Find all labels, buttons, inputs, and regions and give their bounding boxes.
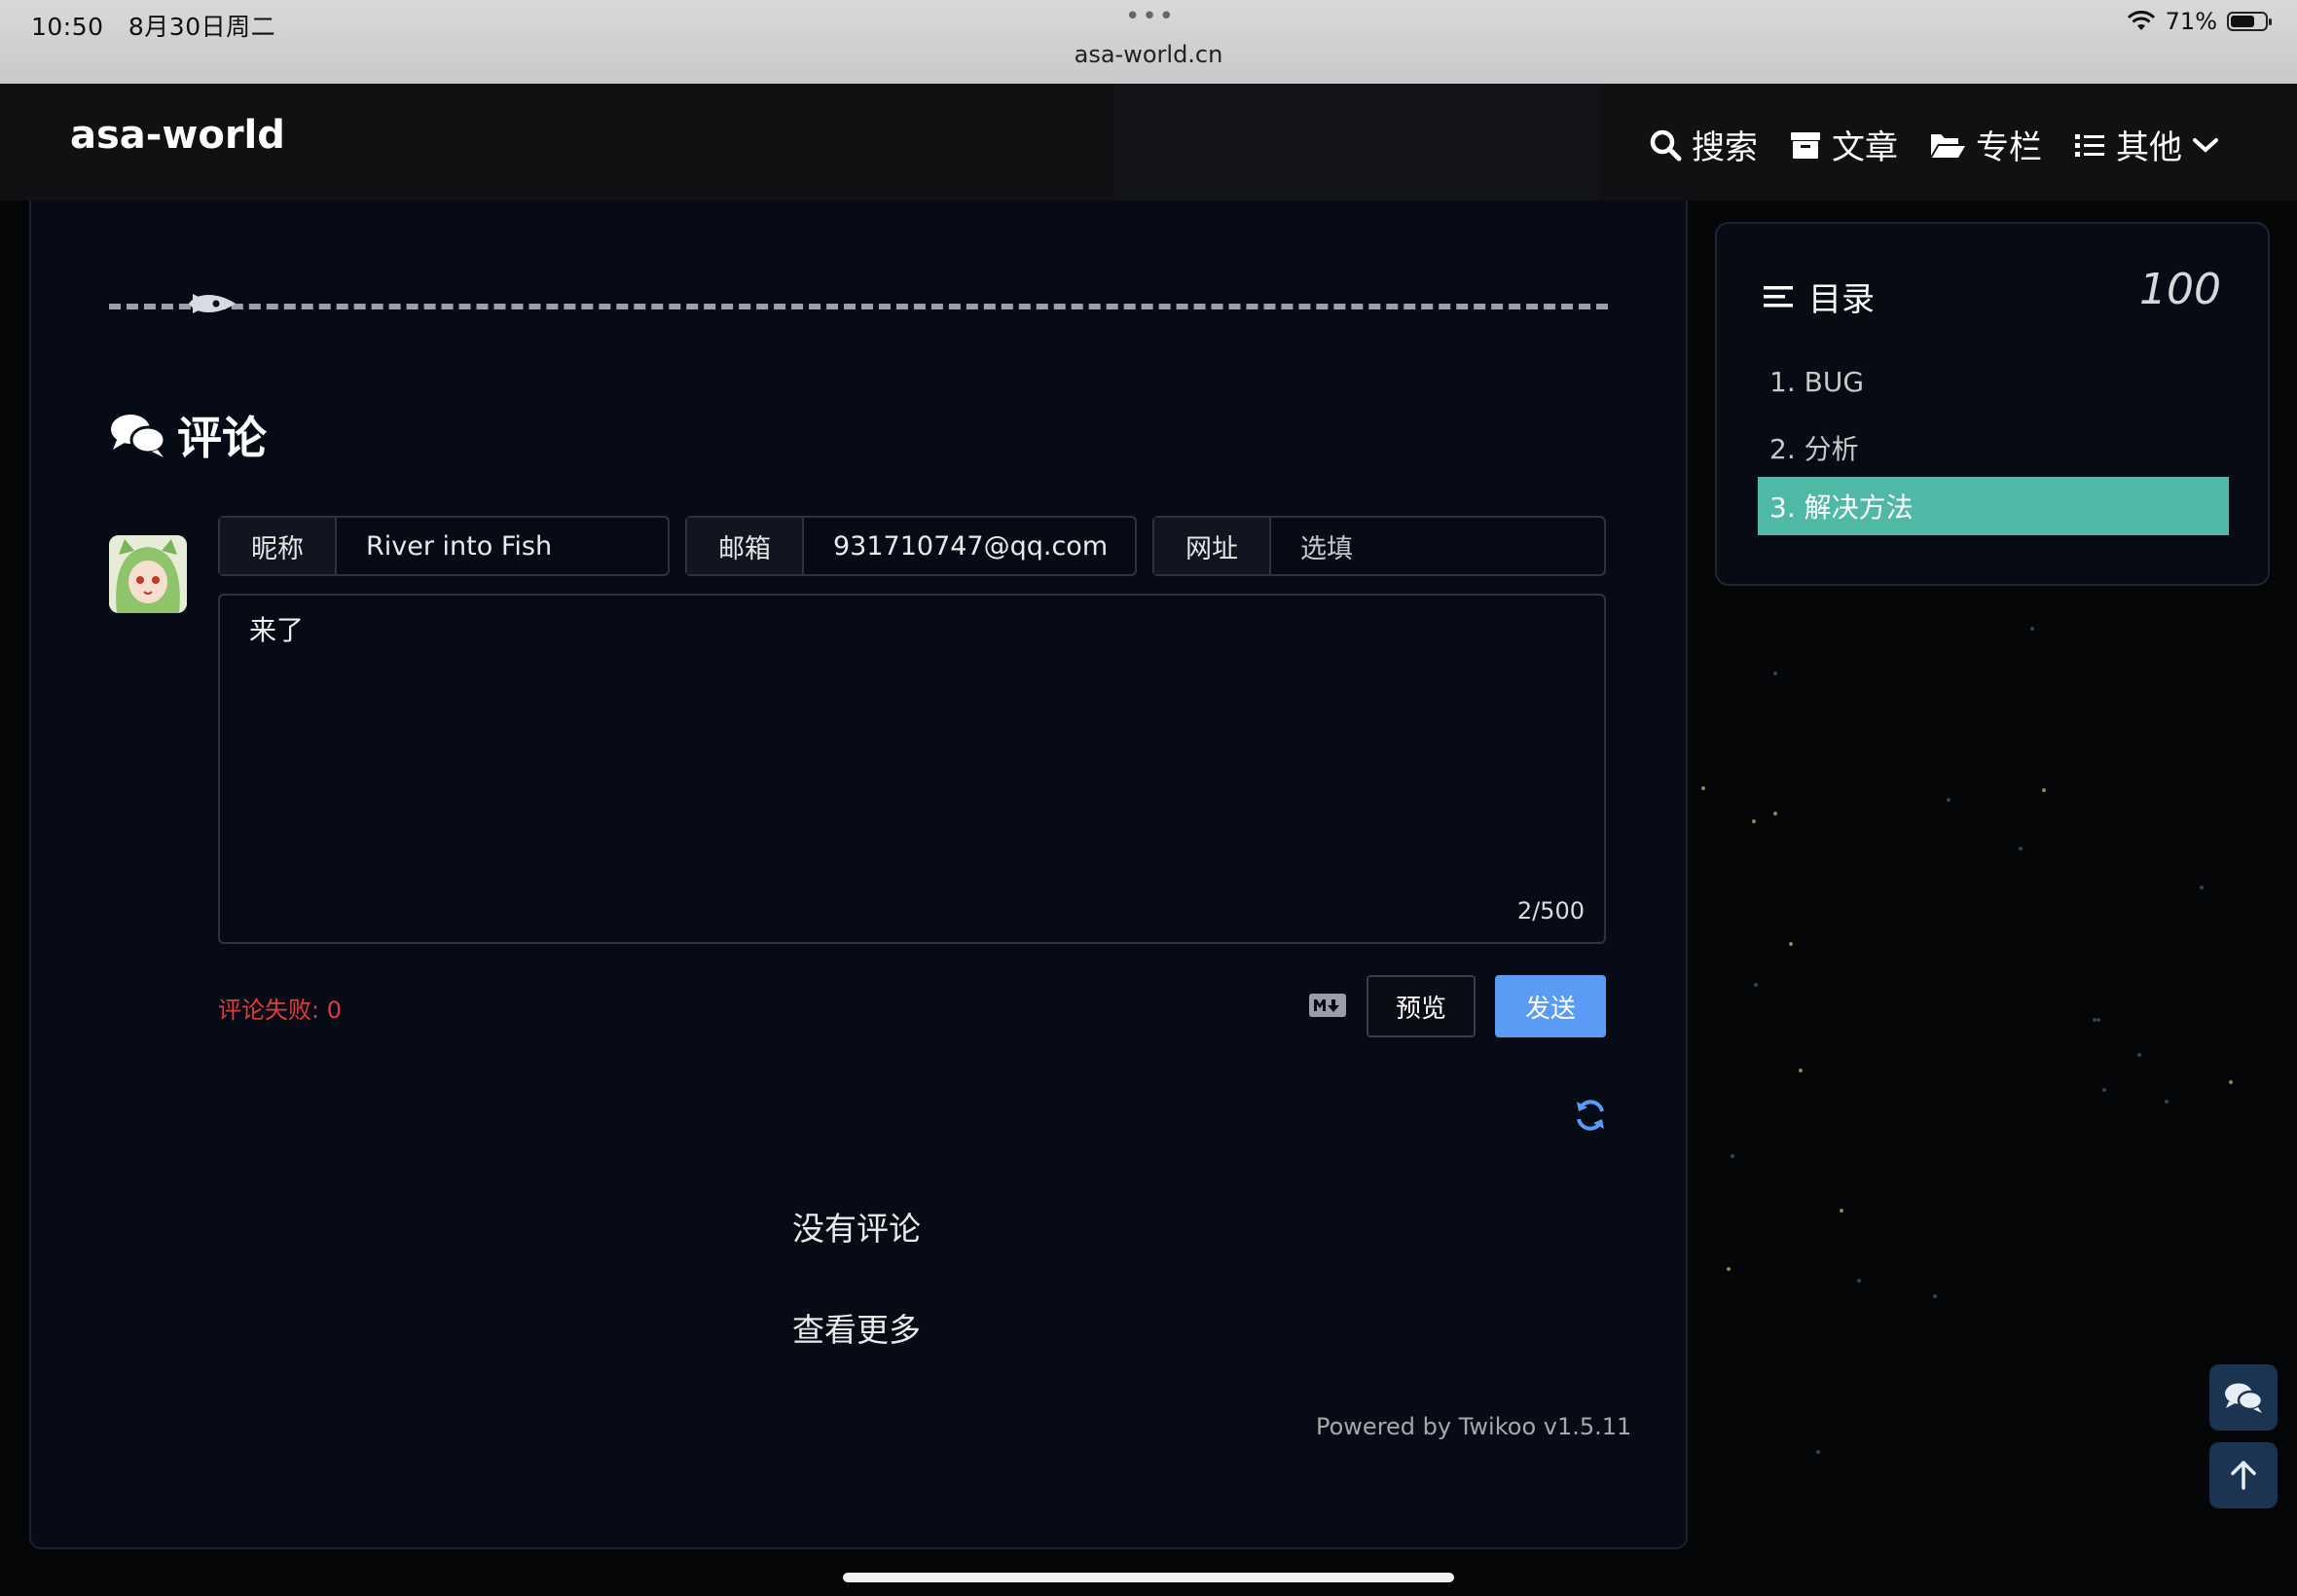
nav-columns[interactable]: 专栏 <box>1929 121 2042 168</box>
reading-progress: 100 <box>2139 265 2221 314</box>
archive-icon <box>1791 131 1820 159</box>
nav-search[interactable]: 搜索 <box>1649 121 1758 168</box>
ios-status-bar: 10:50 8月30日周二 ••• asa-world.cn 71% <box>0 0 2297 84</box>
comment-textarea[interactable]: 来了 2/500 <box>218 594 1606 944</box>
avatar-image <box>109 535 187 613</box>
toc-header: 目录 <box>1762 272 1875 320</box>
main-nav: 搜索 文章 专栏 其他 <box>1649 121 2219 168</box>
toc-title: 目录 <box>1808 280 1875 319</box>
battery-level <box>2231 16 2255 27</box>
comments-icon <box>111 415 166 457</box>
back-to-top-button[interactable] <box>2209 1442 2278 1508</box>
nav-label: 文章 <box>1832 128 1898 167</box>
comment-text: 来了 <box>249 614 305 646</box>
error-message: 评论失败: 0 <box>218 997 342 1024</box>
dashed-divider <box>109 304 1608 309</box>
website-input[interactable]: 选填 <box>1271 518 1604 574</box>
toc-item-solution[interactable]: 3. 解决方法 <box>1758 477 2229 535</box>
chevron-down-icon <box>2193 137 2218 153</box>
battery-percent: 71% <box>2165 8 2217 35</box>
website-field: 网址 选填 <box>1152 516 1606 576</box>
comments-float-button[interactable] <box>2209 1364 2278 1431</box>
nickname-field: 昵称 River into Fish <box>218 516 670 576</box>
toc-icon <box>1764 285 1793 307</box>
time-text: 10:50 <box>31 13 104 41</box>
nickname-input[interactable]: River into Fish <box>337 518 668 574</box>
refresh-icon[interactable] <box>1573 1098 1608 1133</box>
comments-title: 评论 <box>177 412 267 464</box>
no-comments-text: 没有评论 <box>792 1210 921 1248</box>
status-time: 10:50 8月30日周二 <box>31 8 275 43</box>
avatar <box>109 535 187 613</box>
nav-label: 专栏 <box>1976 128 2042 167</box>
wifi-icon <box>2127 11 2155 30</box>
more-dots-icon[interactable]: ••• <box>1125 2 1176 31</box>
arrow-up-icon <box>2231 1461 2256 1490</box>
toc-item-analysis[interactable]: 2. 分析 <box>1758 418 2229 477</box>
home-indicator[interactable] <box>843 1573 1454 1582</box>
nickname-label: 昵称 <box>220 518 337 574</box>
site-header: asa-world 搜索 文章 专栏 其他 <box>0 84 2297 200</box>
char-counter: 2/500 <box>1516 897 1585 925</box>
email-label: 邮箱 <box>687 518 804 574</box>
site-title[interactable]: asa-world <box>70 113 285 158</box>
powered-by: Powered by Twikoo v1.5.11 <box>1316 1413 1632 1440</box>
date-text: 8月30日周二 <box>128 13 276 41</box>
toc-item-bug[interactable]: 1. BUG <box>1758 352 2229 411</box>
markdown-icon[interactable] <box>1308 993 1347 1018</box>
send-button[interactable]: 发送 <box>1495 975 1606 1037</box>
see-more-link[interactable]: 查看更多 <box>0 1304 1713 1351</box>
nav-other[interactable]: 其他 <box>2073 121 2219 168</box>
address-bar[interactable]: asa-world.cn <box>0 41 2297 68</box>
status-indicators: 71% <box>2127 8 2272 35</box>
comments-heading: 评论 <box>109 403 267 467</box>
email-input[interactable]: 931710747@qq.com <box>804 518 1135 574</box>
email-field: 邮箱 931710747@qq.com <box>685 516 1137 576</box>
preview-button[interactable]: 预览 <box>1367 975 1476 1037</box>
list-icon <box>2075 133 2104 157</box>
website-label: 网址 <box>1154 518 1271 574</box>
nav-articles[interactable]: 文章 <box>1789 121 1898 168</box>
search-icon <box>1650 129 1682 161</box>
comments-icon <box>2225 1383 2264 1413</box>
nav-label: 搜索 <box>1692 128 1758 167</box>
toc-panel: 目录 100 1. BUG 2. 分析 3. 解决方法 <box>1715 222 2270 586</box>
rocket-icon <box>189 294 236 313</box>
folder-open-icon <box>1931 133 1965 158</box>
nav-label: 其他 <box>2116 128 2182 167</box>
battery-icon <box>2227 12 2272 31</box>
